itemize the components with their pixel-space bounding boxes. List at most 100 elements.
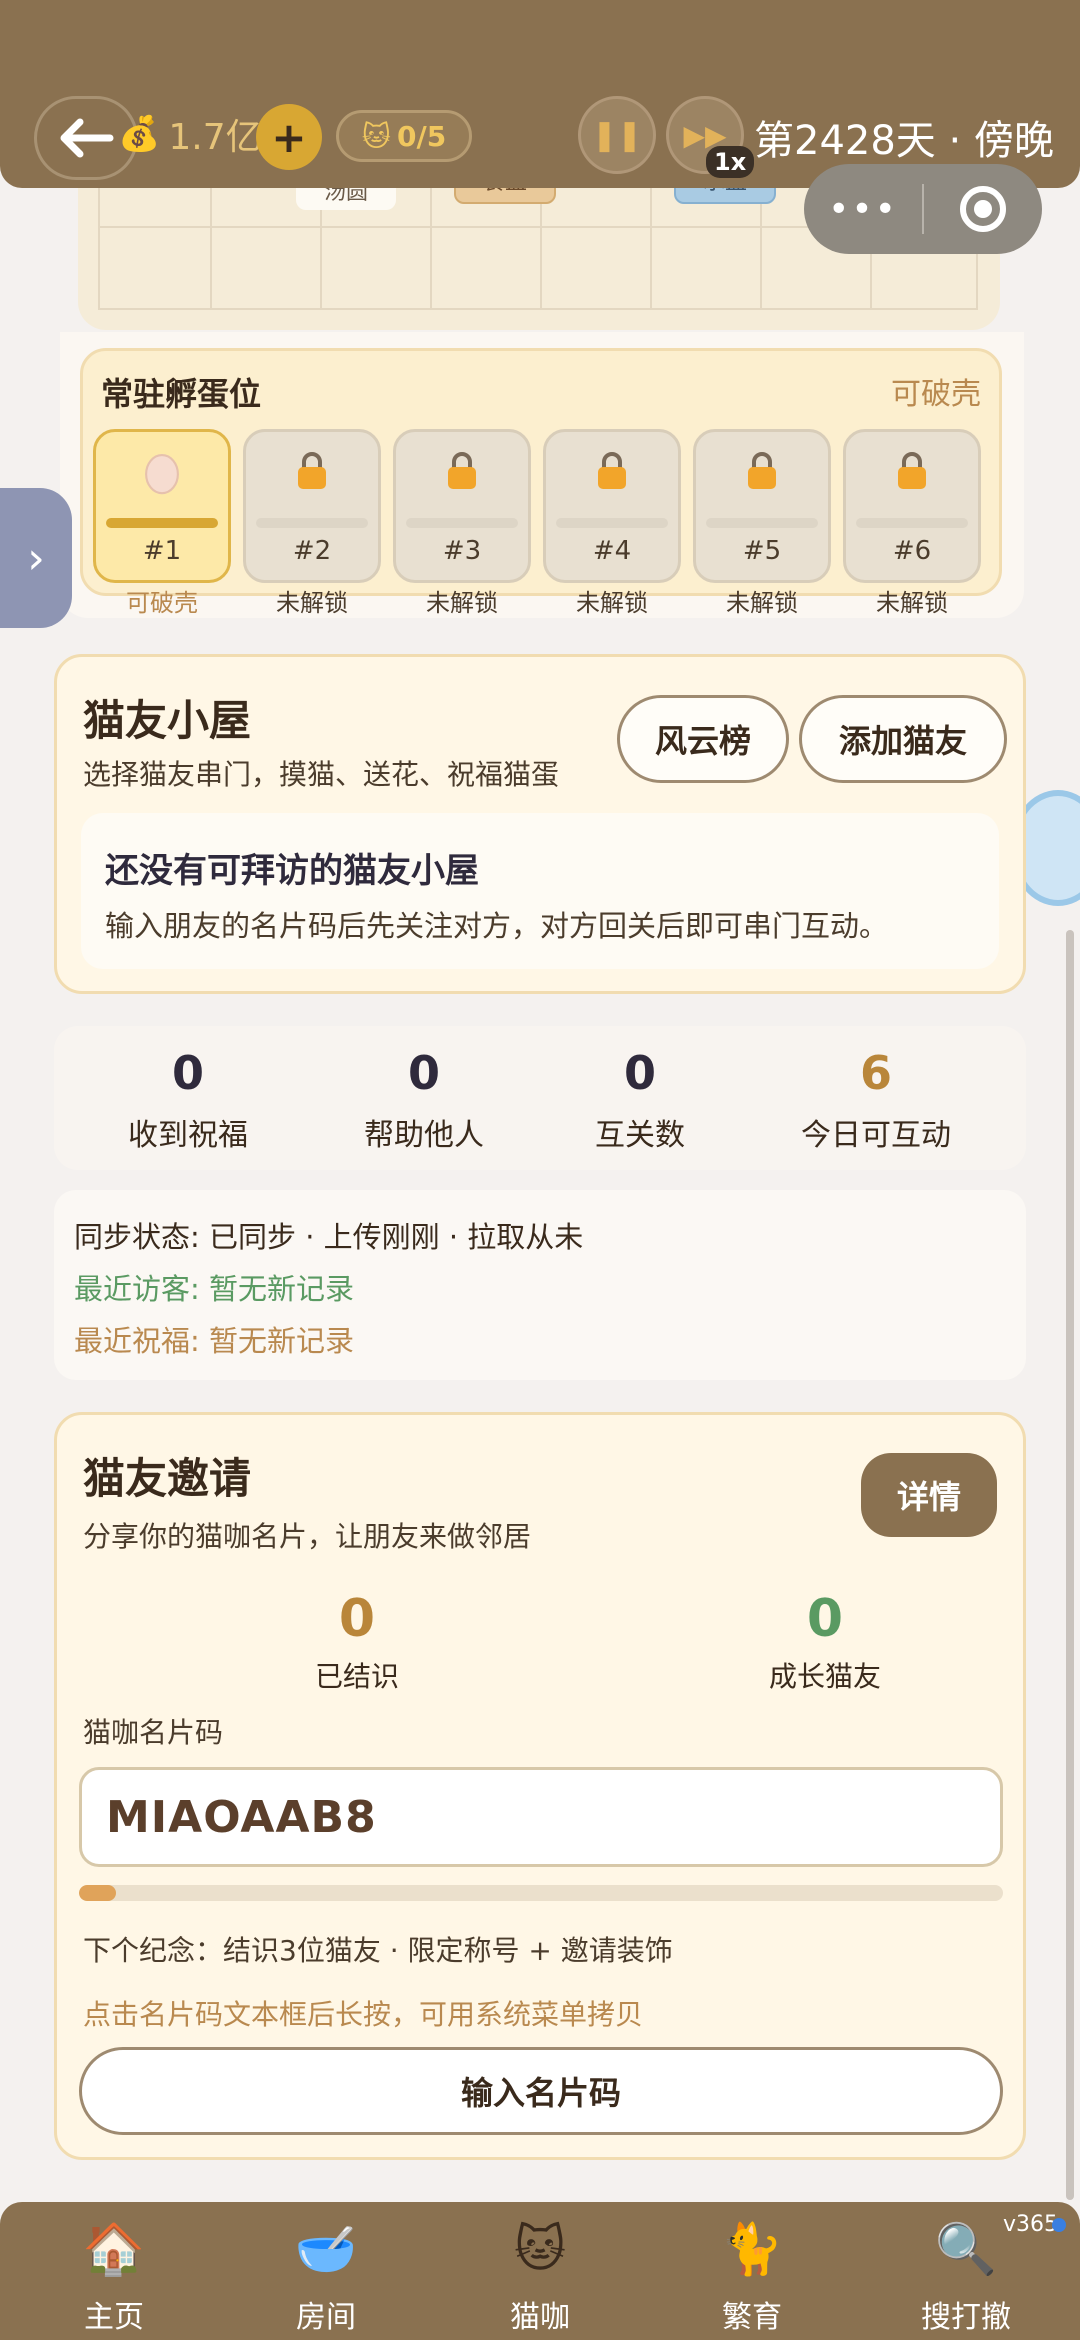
bottom-nav: 🏠 主页 🥣 房间 🐱 猫咖 🐈 繁育 🔍 搜打撤 v365: [0, 2202, 1080, 2340]
nav-label: 房间: [296, 2300, 356, 2335]
speed-badge: 1x: [706, 146, 755, 178]
side-drawer-tab[interactable]: ›: [0, 488, 72, 628]
code-label: 猫咖名片码: [83, 1716, 224, 1749]
nav-item-room[interactable]: 🥣 房间: [246, 2216, 406, 2336]
add-friend-button[interactable]: 添加猫友: [799, 695, 1007, 783]
coin-amount: 1.7亿: [168, 117, 262, 158]
stat-value: 0: [171, 1046, 204, 1100]
slot-status: 未解锁: [726, 589, 798, 617]
hatch-slot-4[interactable]: #4: [543, 429, 681, 583]
bowl-icon: 🥣: [294, 2219, 358, 2278]
add-coins-button[interactable]: +: [256, 104, 322, 170]
pause-icon: ❚❚: [591, 117, 643, 153]
slot-number: #3: [442, 536, 482, 566]
stat-value: 0: [407, 1046, 440, 1100]
stat-label: 已结识: [314, 1660, 399, 1693]
coin-balance: 💰 1.7亿: [118, 108, 262, 160]
hatch-section: 常驻孵蛋位 可破壳 #1 可破壳 #2 未解锁 #3 未解锁 #4 未解锁 #5…: [60, 332, 1024, 618]
slot-number: #2: [292, 536, 332, 566]
stat-value: 0: [623, 1046, 656, 1100]
pause-button[interactable]: ❚❚: [578, 96, 656, 174]
hatch-status: 可破壳: [891, 377, 981, 412]
stat-value: 0: [806, 1589, 844, 1649]
notification-dot: [1052, 2218, 1066, 2232]
invite-title: 猫友邀请: [83, 1454, 252, 1503]
nav-label: 搜打撤: [921, 2300, 1011, 2335]
stat-value: 0: [338, 1589, 376, 1649]
lock-icon: [298, 452, 326, 489]
nav-item-cafe[interactable]: 🐱 猫咖: [460, 2216, 620, 2336]
lock-icon: [748, 452, 776, 489]
sync-status: 同步状态: 已同步 · 上传刚刚 · 拉取从未: [74, 1220, 584, 1254]
lock-icon: [898, 452, 926, 489]
detail-button[interactable]: 详情: [861, 1453, 997, 1537]
next-milestone: 下个纪念：结识3位猫友 · 限定称号 + 邀请装饰: [83, 1934, 673, 1967]
version-label: v365: [1002, 2212, 1058, 2237]
hatch-slot-3[interactable]: #3: [393, 429, 531, 583]
hatch-progress-bar: [556, 518, 668, 528]
hatch-slot-5[interactable]: #5: [693, 429, 831, 583]
stat-value: 6: [859, 1046, 892, 1100]
hatch-progress-bar: [106, 518, 218, 528]
ranking-button[interactable]: 风云榜: [617, 695, 789, 783]
invite-card: 猫友邀请 分享你的猫咖名片，让朋友来做邻居 详情 0 已结识 0 成长猫友 猫咖…: [54, 1412, 1026, 2160]
close-mini-program-button[interactable]: [924, 186, 1042, 232]
friend-house-card: 猫友小屋 选择猫友串门，摸猫、送花、祝福猫蛋 风云榜 添加猫友 还没有可拜访的猫…: [54, 654, 1026, 994]
enter-code-button[interactable]: 输入名片码: [79, 2047, 1003, 2135]
lock-icon: [598, 452, 626, 489]
slot-number: #5: [742, 536, 782, 566]
chevron-right-icon: ›: [27, 532, 45, 584]
stat-interactions-today: 6 今日可互动: [756, 1046, 996, 1154]
social-stats: 0 收到祝福 0 帮助他人 0 互关数 6 今日可互动: [54, 1026, 1026, 1170]
target-icon: [960, 186, 1006, 232]
money-bag-icon: 💰: [118, 114, 161, 154]
hatch-card: 常驻孵蛋位 可破壳 #1 可破壳 #2 未解锁 #3 未解锁 #4 未解锁 #5…: [80, 348, 1002, 617]
hatch-progress-bar: [856, 518, 968, 528]
egg-icon: [145, 454, 179, 495]
hatch-progress-bar: [706, 518, 818, 528]
hatch-slot-2[interactable]: #2: [243, 429, 381, 583]
stat-blessings-received: 0 收到祝福: [68, 1046, 308, 1154]
scrollbar[interactable]: [1066, 930, 1074, 2200]
copy-hint: 点击名片码文本框后长按，可用系统菜单拷贝: [83, 1998, 644, 2031]
hatch-slot-6[interactable]: #6: [843, 429, 981, 583]
more-menu-button[interactable]: •••: [804, 189, 922, 230]
top-bar: 💰 1.7亿 + 🐱 0/5 ❚❚ ▶▶ 1x 第2428天 · 傍晚: [0, 0, 1080, 188]
nav-item-home[interactable]: 🏠 主页: [34, 2216, 194, 2336]
hatch-progress-bar: [256, 518, 368, 528]
cat-count-badge[interactable]: 🐱 0/5: [336, 110, 472, 162]
stat-label: 互关数: [595, 1118, 685, 1153]
friend-house-title: 猫友小屋: [83, 696, 252, 745]
house-icon: 🏠: [82, 2219, 146, 2278]
friend-house-subtitle: 选择猫友串门，摸猫、送花、祝福猫蛋: [83, 758, 560, 791]
arrow-left-icon: [60, 118, 114, 158]
stat-label: 成长猫友: [768, 1660, 881, 1693]
hatch-progress-bar: [406, 518, 518, 528]
mini-program-capsule: •••: [804, 164, 1042, 254]
empty-state-title: 还没有可拜访的猫友小屋: [105, 851, 479, 891]
slot-status: 未解锁: [276, 589, 348, 617]
slot-number: #6: [892, 536, 932, 566]
nav-label: 繁育: [722, 2300, 782, 2335]
slot-status: 可破壳: [126, 589, 198, 617]
cat-couple-icon: 🐈: [720, 2219, 784, 2278]
slot-number: #1: [142, 536, 182, 566]
hatch-slot-1[interactable]: #1: [93, 429, 231, 583]
nav-label: 猫咖: [510, 2300, 570, 2335]
plus-icon: +: [271, 112, 307, 162]
stat-mutual-follows: 0 互关数: [520, 1046, 760, 1154]
lock-icon: [448, 452, 476, 489]
game-day-label: 第2428天 · 傍晚: [754, 118, 1054, 164]
milestone-progress-fill: [79, 1885, 116, 1901]
stat-met-friends: 0 已结识: [207, 1589, 507, 1695]
cafe-code-field[interactable]: [79, 1767, 1003, 1867]
slot-status: 未解锁: [576, 589, 648, 617]
cat-face-icon: 🐱: [513, 2220, 567, 2278]
stat-growth-friends: 0 成长猫友: [675, 1589, 975, 1695]
hatch-title: 常驻孵蛋位: [101, 375, 262, 413]
nav-item-breeding[interactable]: 🐈 繁育: [672, 2216, 832, 2336]
stat-label: 帮助他人: [364, 1118, 484, 1153]
empty-state-description: 输入朋友的名片码后先关注对方，对方回关后即可串门互动。: [105, 909, 889, 943]
nav-label: 主页: [84, 2300, 144, 2335]
empty-state: 还没有可拜访的猫友小屋 输入朋友的名片码后先关注对方，对方回关后即可串门互动。: [81, 813, 999, 969]
